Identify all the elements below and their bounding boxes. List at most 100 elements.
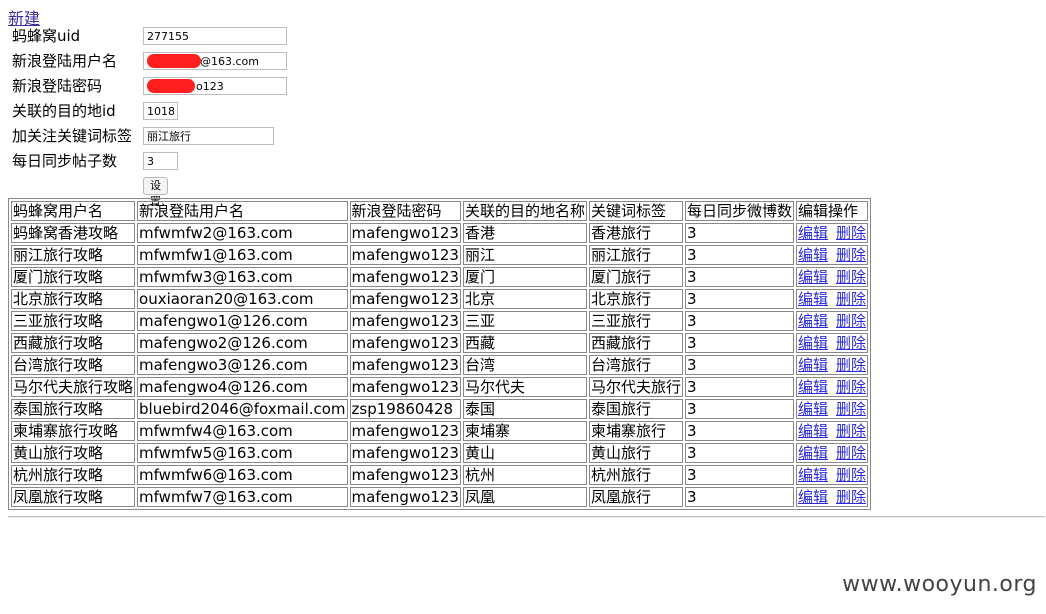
weibo-password-cell: mafengwo123 — [349, 465, 461, 485]
mafengwo-username-cell: 马尔代夫旅行攻略 — [11, 377, 136, 397]
edit-link[interactable]: 编辑 — [798, 444, 828, 462]
daily-sync-count-cell: 3 — [685, 267, 795, 287]
weibo-username-cell: mafengwo2@126.com — [137, 333, 348, 353]
daily-sync-count-cell: 3 — [685, 333, 795, 353]
edit-link[interactable]: 编辑 — [798, 488, 828, 506]
edit-link[interactable]: 编辑 — [798, 422, 828, 440]
column-header: 每日同步微博数 — [685, 201, 795, 221]
table-row: 西藏旅行攻略 mafengwo2@126.com mafengwo123 西藏 西藏旅行… — [11, 333, 869, 353]
edit-link[interactable]: 编辑 — [798, 246, 828, 264]
weibo-username-cell: mfwmfw6@163.com — [137, 465, 348, 485]
delete-link[interactable]: 删除 — [836, 290, 866, 308]
column-header: 蚂蜂窝用户名 — [11, 201, 136, 221]
edit-link[interactable]: 编辑 — [798, 466, 828, 484]
keyword-tag-input[interactable] — [143, 127, 274, 145]
table-row: 马尔代夫旅行攻略 mafengwo4@126.com mafengwo123 马尔代夫… — [11, 377, 869, 397]
weibo-username-cell: ouxiaoran20@163.com — [137, 289, 348, 309]
daily-sync-count-cell: 3 — [685, 399, 795, 419]
delete-link[interactable]: 删除 — [836, 356, 866, 374]
destination-name-cell: 马尔代夫 — [462, 377, 587, 397]
table-row: 杭州旅行攻略 mfwmfw6@163.com mafengwo123 杭州 杭州旅行 3 编… — [11, 465, 869, 485]
accounts-table: 蚂蜂窝用户名 新浪登陆用户名 新浪登陆密码 关联的目的地名称 关键词标签 每日同… — [8, 198, 872, 510]
delete-link[interactable]: 删除 — [836, 422, 866, 440]
delete-link[interactable]: 删除 — [836, 488, 866, 506]
destination-name-cell: 杭州 — [462, 465, 587, 485]
edit-link[interactable]: 编辑 — [798, 224, 828, 242]
actions-cell: 编辑 删除 — [796, 443, 869, 463]
destination-name-cell: 凤凰 — [462, 487, 587, 507]
destination-name-cell: 香港 — [462, 223, 587, 243]
uid-input[interactable] — [143, 27, 287, 45]
delete-link[interactable]: 删除 — [836, 268, 866, 286]
delete-link[interactable]: 删除 — [836, 246, 866, 264]
column-header: 关联的目的地名称 — [462, 201, 587, 221]
destination-name-cell: 三亚 — [462, 311, 587, 331]
weibo-password-cell: mafengwo123 — [349, 333, 461, 353]
column-header: 新浪登陆用户名 — [137, 201, 348, 221]
mafengwo-username-cell: 厦门旅行攻略 — [11, 267, 136, 287]
mafengwo-username-cell: 丽江旅行攻略 — [11, 245, 136, 265]
destination-name-cell: 丽江 — [462, 245, 587, 265]
actions-cell: 编辑 删除 — [796, 223, 869, 243]
weibo-password-cell: zsp19860428 — [349, 399, 461, 419]
column-header: 新浪登陆密码 — [349, 201, 461, 221]
destination-name-cell: 台湾 — [462, 355, 587, 375]
mafengwo-username-cell: 台湾旅行攻略 — [11, 355, 136, 375]
daily-sync-count-cell: 3 — [685, 421, 795, 441]
daily-sync-count-cell: 3 — [685, 311, 795, 331]
column-header: 关键词标签 — [588, 201, 683, 221]
table-row: 凤凰旅行攻略 mfwmfw7@163.com mafengwo123 凤凰 凤凰旅行 3 编… — [11, 487, 869, 507]
redaction-mark — [147, 79, 195, 93]
weibo-password-cell: mafengwo123 — [349, 311, 461, 331]
edit-link[interactable]: 编辑 — [798, 312, 828, 330]
destination-id-label: 关联的目的地id — [12, 102, 116, 120]
weibo-username-cell: mfwmfw1@163.com — [137, 245, 348, 265]
weibo-password-cell: mafengwo123 — [349, 487, 461, 507]
weibo-username-cell: mafengwo3@126.com — [137, 355, 348, 375]
daily-sync-count-cell: 3 — [685, 377, 795, 397]
delete-link[interactable]: 删除 — [836, 224, 866, 242]
table-row: 丽江旅行攻略 mfwmfw1@163.com mafengwo123 丽江 丽江旅行 3 编… — [11, 245, 869, 265]
keyword-tag-cell: 香港旅行 — [588, 223, 683, 243]
mafengwo-username-cell: 泰国旅行攻略 — [11, 399, 136, 419]
keyword-tag-cell: 丽江旅行 — [588, 245, 683, 265]
settings-submit-button[interactable]: 设置 — [143, 177, 168, 208]
actions-cell: 编辑 删除 — [796, 377, 869, 397]
weibo-username-cell: mafengwo4@126.com — [137, 377, 348, 397]
daily-sync-count-cell: 3 — [685, 465, 795, 485]
edit-link[interactable]: 编辑 — [798, 268, 828, 286]
actions-cell: 编辑 删除 — [796, 267, 869, 287]
mafengwo-username-cell: 蚂蜂窝香港攻略 — [11, 223, 136, 243]
delete-link[interactable]: 删除 — [836, 444, 866, 462]
edit-link[interactable]: 编辑 — [798, 400, 828, 418]
destination-id-input[interactable] — [143, 102, 178, 120]
actions-cell: 编辑 删除 — [796, 399, 869, 419]
weibo-password-cell: mafengwo123 — [349, 377, 461, 397]
destination-name-cell: 泰国 — [462, 399, 587, 419]
delete-link[interactable]: 删除 — [836, 400, 866, 418]
horizontal-divider — [8, 516, 1045, 518]
edit-link[interactable]: 编辑 — [798, 334, 828, 352]
uid-label: 蚂蜂窝uid — [12, 27, 81, 45]
daily-sync-label: 每日同步帖子数 — [12, 152, 118, 170]
weibo-username-cell: mfwmfw7@163.com — [137, 487, 348, 507]
weibo-username-cell: mfwmfw5@163.com — [137, 443, 348, 463]
table-row: 黄山旅行攻略 mfwmfw5@163.com mafengwo123 黄山 黄山旅行 3 编… — [11, 443, 869, 463]
edit-link[interactable]: 编辑 — [798, 378, 828, 396]
weibo-username-cell: mfwmfw2@163.com — [137, 223, 348, 243]
weibo-password-cell: mafengwo123 — [349, 443, 461, 463]
edit-link[interactable]: 编辑 — [798, 290, 828, 308]
keyword-tag-cell: 杭州旅行 — [588, 465, 683, 485]
weibo-password-cell: mafengwo123 — [349, 245, 461, 265]
delete-link[interactable]: 删除 — [836, 312, 866, 330]
edit-link[interactable]: 编辑 — [798, 356, 828, 374]
column-header: 编辑操作 — [796, 201, 869, 221]
delete-link[interactable]: 删除 — [836, 334, 866, 352]
keyword-tag-cell: 凤凰旅行 — [588, 487, 683, 507]
weibo-password-cell: mafengwo123 — [349, 421, 461, 441]
delete-link[interactable]: 删除 — [836, 466, 866, 484]
keyword-tag-label: 加关注关键词标签 — [12, 127, 133, 145]
daily-sync-count-cell: 3 — [685, 355, 795, 375]
daily-sync-input[interactable] — [143, 152, 178, 170]
delete-link[interactable]: 删除 — [836, 378, 866, 396]
